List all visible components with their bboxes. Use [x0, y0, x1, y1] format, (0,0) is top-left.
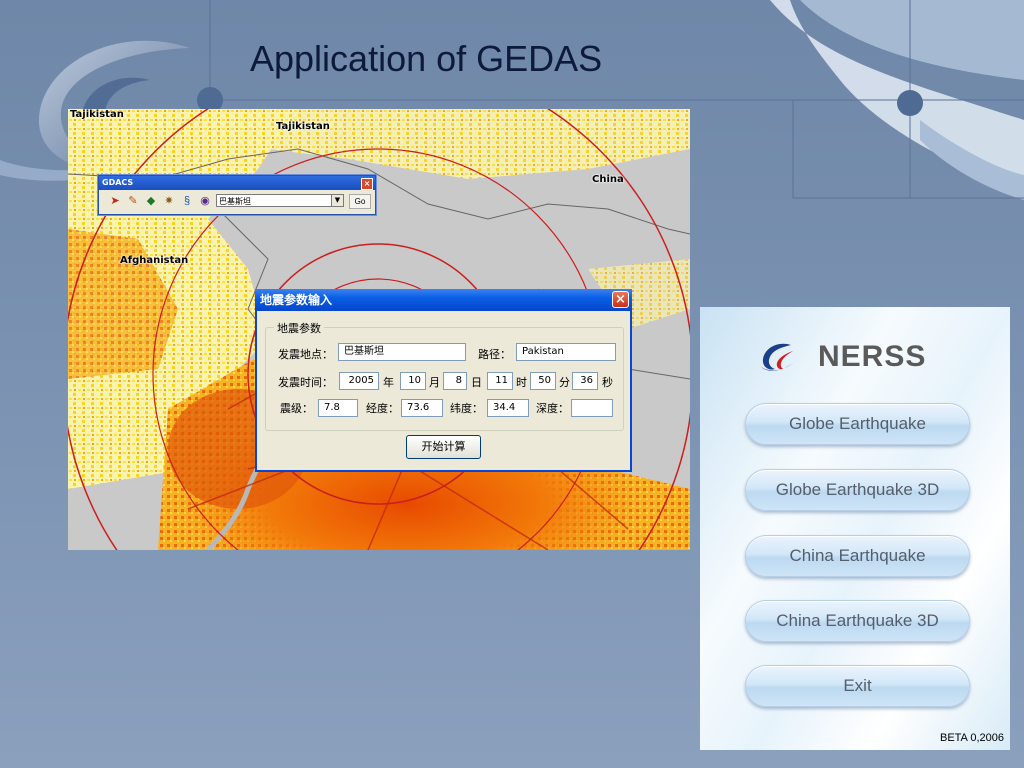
map-label-china: China: [592, 174, 624, 185]
path-label: 路径：: [478, 348, 511, 361]
dialog-titlebar[interactable]: 地震参数输入 ×: [255, 289, 632, 311]
globe-icon[interactable]: ◉: [199, 195, 211, 207]
earthquake-parameter-dialog: 地震参数输入 × 地震参数 发震地点： 巴基斯坦 路径： Pakistan 发震…: [255, 289, 632, 472]
pointer-icon[interactable]: ✎: [127, 195, 139, 207]
gdacs-title: GDACS: [102, 178, 134, 187]
start-compute-button[interactable]: 开始计算: [406, 435, 481, 459]
minute-field[interactable]: 50: [530, 372, 556, 390]
path-field[interactable]: Pakistan: [516, 343, 616, 361]
day-unit: 日: [471, 376, 482, 389]
depth-label: 深度：: [536, 402, 569, 415]
nerss-logo-icon: [761, 343, 795, 371]
year-field[interactable]: 2005: [339, 372, 379, 390]
month-field[interactable]: 10: [400, 372, 426, 390]
exit-button[interactable]: Exit: [745, 665, 970, 707]
time-label: 发震时间：: [278, 376, 333, 389]
longitude-label: 经度：: [366, 402, 399, 415]
pin-icon[interactable]: ➤: [109, 195, 121, 207]
version-label: BETA 0,2006: [939, 732, 1004, 744]
slide-title: Application of GEDAS: [250, 38, 603, 79]
depth-field[interactable]: [571, 399, 613, 417]
chevron-down-icon[interactable]: ▼: [331, 195, 343, 206]
layers-icon[interactable]: ◆: [145, 195, 157, 207]
nerss-app-name: NERSS: [818, 340, 927, 373]
magnitude-label: 震级：: [280, 402, 313, 415]
location-select[interactable]: 巴基斯坦 ▼: [216, 194, 344, 207]
location-label: 发震地点：: [278, 348, 333, 361]
gdacs-toolbar-window: GDACS × ➤ ✎ ◆ ✷ § ◉ 巴基斯坦 ▼ Go: [98, 175, 376, 215]
group-label: 地震参数: [274, 320, 324, 336]
day-field[interactable]: 8: [443, 372, 467, 390]
compass-icon[interactable]: ✷: [163, 195, 175, 207]
location-field[interactable]: 巴基斯坦: [338, 343, 466, 361]
dialog-close-button[interactable]: ×: [612, 291, 629, 308]
china-earthquake-3d-button[interactable]: China Earthquake 3D: [745, 600, 970, 642]
parameter-groupbox: 地震参数 发震地点： 巴基斯坦 路径： Pakistan 发震时间： 2005 …: [265, 320, 624, 431]
latitude-field[interactable]: 34.4: [487, 399, 529, 417]
map-label-tajikistan-top: Tajikistan: [276, 121, 330, 132]
year-unit: 年: [383, 376, 394, 389]
month-unit: 月: [429, 376, 440, 389]
latitude-label: 纬度：: [450, 402, 483, 415]
globe-earthquake-3d-button[interactable]: Globe Earthquake 3D: [745, 469, 970, 511]
location-select-value: 巴基斯坦: [219, 197, 251, 206]
hour-field[interactable]: 11: [487, 372, 513, 390]
second-field[interactable]: 36: [572, 372, 598, 390]
refresh-icon[interactable]: §: [181, 195, 193, 207]
globe-earthquake-button[interactable]: Globe Earthquake: [745, 403, 970, 445]
hour-unit: 时: [516, 376, 527, 389]
map-label-tajikistan-left: Tajikistan: [70, 109, 124, 120]
gdacs-close-button[interactable]: ×: [361, 178, 373, 190]
gdacs-titlebar[interactable]: GDACS ×: [99, 176, 375, 190]
magnitude-field[interactable]: 7.8: [318, 399, 358, 417]
gdacs-toolbar: ➤ ✎ ◆ ✷ § ◉ 巴基斯坦 ▼ Go: [99, 190, 375, 212]
minute-unit: 分: [559, 376, 570, 389]
china-earthquake-button[interactable]: China Earthquake: [745, 535, 970, 577]
map-label-afghanistan: Afghanistan: [120, 255, 189, 266]
nerss-launcher: NERSS Globe Earthquake Globe Earthquake …: [700, 307, 1010, 750]
second-unit: 秒: [602, 376, 613, 389]
go-button[interactable]: Go: [349, 194, 371, 209]
longitude-field[interactable]: 73.6: [401, 399, 443, 417]
dialog-title: 地震参数输入: [260, 293, 333, 307]
